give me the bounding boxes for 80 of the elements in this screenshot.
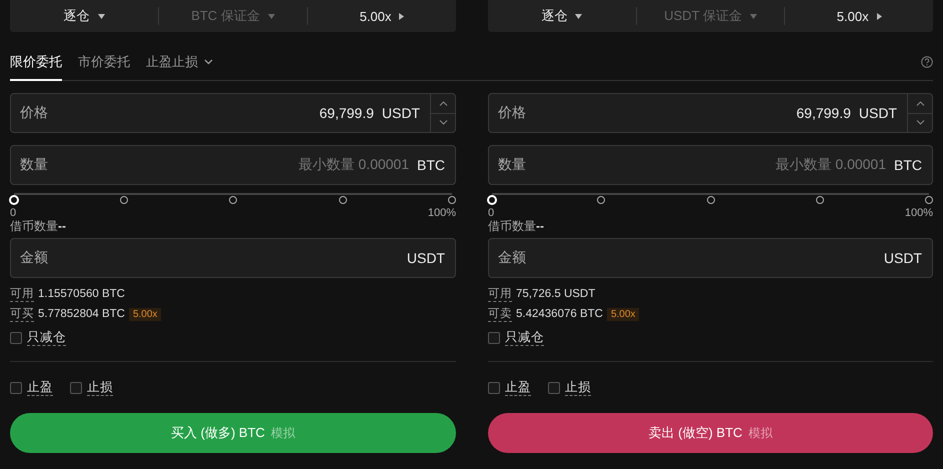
- placeholder-text: 最小数量 0.00001: [298, 156, 409, 174]
- order-type-tab[interactable]: 止盈止损: [146, 53, 213, 81]
- field-label: 金额: [20, 249, 49, 267]
- slider-step-dot: [229, 196, 237, 204]
- slider-step-dot: [120, 196, 128, 204]
- checkbox[interactable]: [70, 382, 82, 394]
- unit-label: USDT: [382, 105, 420, 121]
- placeholder-text: 最小数量 0.00001: [776, 156, 886, 174]
- slider-max-label: 100%: [428, 207, 456, 219]
- price-field[interactable]: 价格 69,799.9 USDT: [488, 93, 933, 133]
- borrow-amount-text: 借币数量--: [488, 219, 545, 233]
- info-label: 可用: [488, 286, 512, 302]
- help-icon[interactable]: [921, 56, 933, 68]
- sell-button[interactable]: 卖出 (做空) BTC 模拟: [488, 413, 933, 453]
- checkbox-label[interactable]: 止盈: [505, 380, 531, 396]
- field-label: 数量: [498, 156, 527, 174]
- unit-label: USDT: [858, 105, 897, 121]
- caret-icon: [98, 14, 104, 18]
- chevron-up-icon: [438, 100, 448, 106]
- price-value: 69,799.9: [796, 105, 851, 121]
- arrow-right-icon: [399, 12, 404, 20]
- mode-selector[interactable]: 逐仓: [10, 7, 158, 25]
- checkbox[interactable]: [10, 332, 22, 344]
- chevron-down-icon: [916, 120, 924, 126]
- checkbox-label[interactable]: 只减仓: [27, 330, 66, 346]
- info-label: 可用: [10, 286, 34, 302]
- slider-step-dot: [706, 196, 714, 204]
- checkbox[interactable]: [548, 382, 560, 394]
- order-type-tab[interactable]: 限价委托: [10, 53, 62, 81]
- slider-min-label: 0: [488, 207, 494, 219]
- field-label: 价格: [20, 104, 49, 122]
- unit-label: USDT: [884, 250, 922, 266]
- caret-icon: [575, 14, 582, 18]
- borrow-amount-text: 借币数量--: [10, 219, 67, 233]
- price-field[interactable]: 价格 69,799.9 USDT: [10, 93, 456, 133]
- checkbox-label[interactable]: 止损: [565, 380, 591, 396]
- slider-step-dot: [597, 196, 606, 204]
- leverage-badge: 5.00x: [128, 308, 162, 320]
- info-label: 可买: [10, 306, 34, 322]
- slider-max-label: 100%: [904, 207, 933, 219]
- slider-min-label: 0: [10, 207, 16, 219]
- price-value: 69,799.9: [319, 105, 374, 121]
- checkbox-label[interactable]: 只减仓: [505, 330, 544, 346]
- info-label: 可卖: [488, 306, 512, 322]
- chevron-down-icon: [438, 120, 448, 126]
- checkbox-label[interactable]: 止盈: [27, 380, 53, 396]
- mode-selector[interactable]: 5.00x: [307, 7, 456, 25]
- slider-step-dot: [338, 196, 346, 204]
- field-label: 数量: [20, 156, 49, 174]
- slider-thumb[interactable]: [487, 195, 497, 205]
- slider-thumb[interactable]: [9, 195, 19, 205]
- unit-label: BTC: [417, 157, 445, 173]
- chevron-down-icon: [204, 59, 213, 65]
- checkbox[interactable]: [488, 332, 500, 344]
- checkbox-label[interactable]: 止损: [87, 380, 113, 396]
- info-value: 5.77852804 BTC: [38, 308, 125, 320]
- caret-icon: [268, 14, 275, 18]
- checkbox[interactable]: [10, 382, 22, 394]
- quantity-field[interactable]: 数量 最小数量 0.00001 BTC: [10, 145, 456, 185]
- leverage-badge: 5.00x: [606, 308, 640, 320]
- caret-icon: [750, 14, 757, 18]
- info-value: 1.15570560 BTC: [38, 288, 125, 300]
- slider-step-dot: [816, 196, 824, 204]
- unit-label: USDT: [406, 250, 445, 266]
- quantity-field[interactable]: 数量 最小数量 0.00001 BTC: [488, 145, 933, 185]
- mode-selector[interactable]: 5.00x: [784, 7, 934, 25]
- checkbox[interactable]: [488, 382, 500, 394]
- arrow-right-icon: [876, 12, 882, 20]
- amount-field[interactable]: 金额 USDT: [488, 238, 933, 278]
- field-label: 价格: [498, 104, 527, 122]
- amount-field[interactable]: 金额 USDT: [10, 238, 456, 278]
- chevron-up-icon: [916, 100, 924, 106]
- order-type-tab[interactable]: 市价委托: [78, 53, 130, 81]
- slider-step-dot: [925, 196, 933, 204]
- field-label: 金额: [498, 249, 527, 267]
- unit-label: BTC: [894, 157, 922, 173]
- mode-selector[interactable]: 逐仓: [488, 7, 636, 25]
- info-value: 5.42436076 BTC: [516, 308, 603, 320]
- slider-step-dot: [448, 196, 456, 204]
- info-value: 75,726.5 USDT: [516, 288, 596, 300]
